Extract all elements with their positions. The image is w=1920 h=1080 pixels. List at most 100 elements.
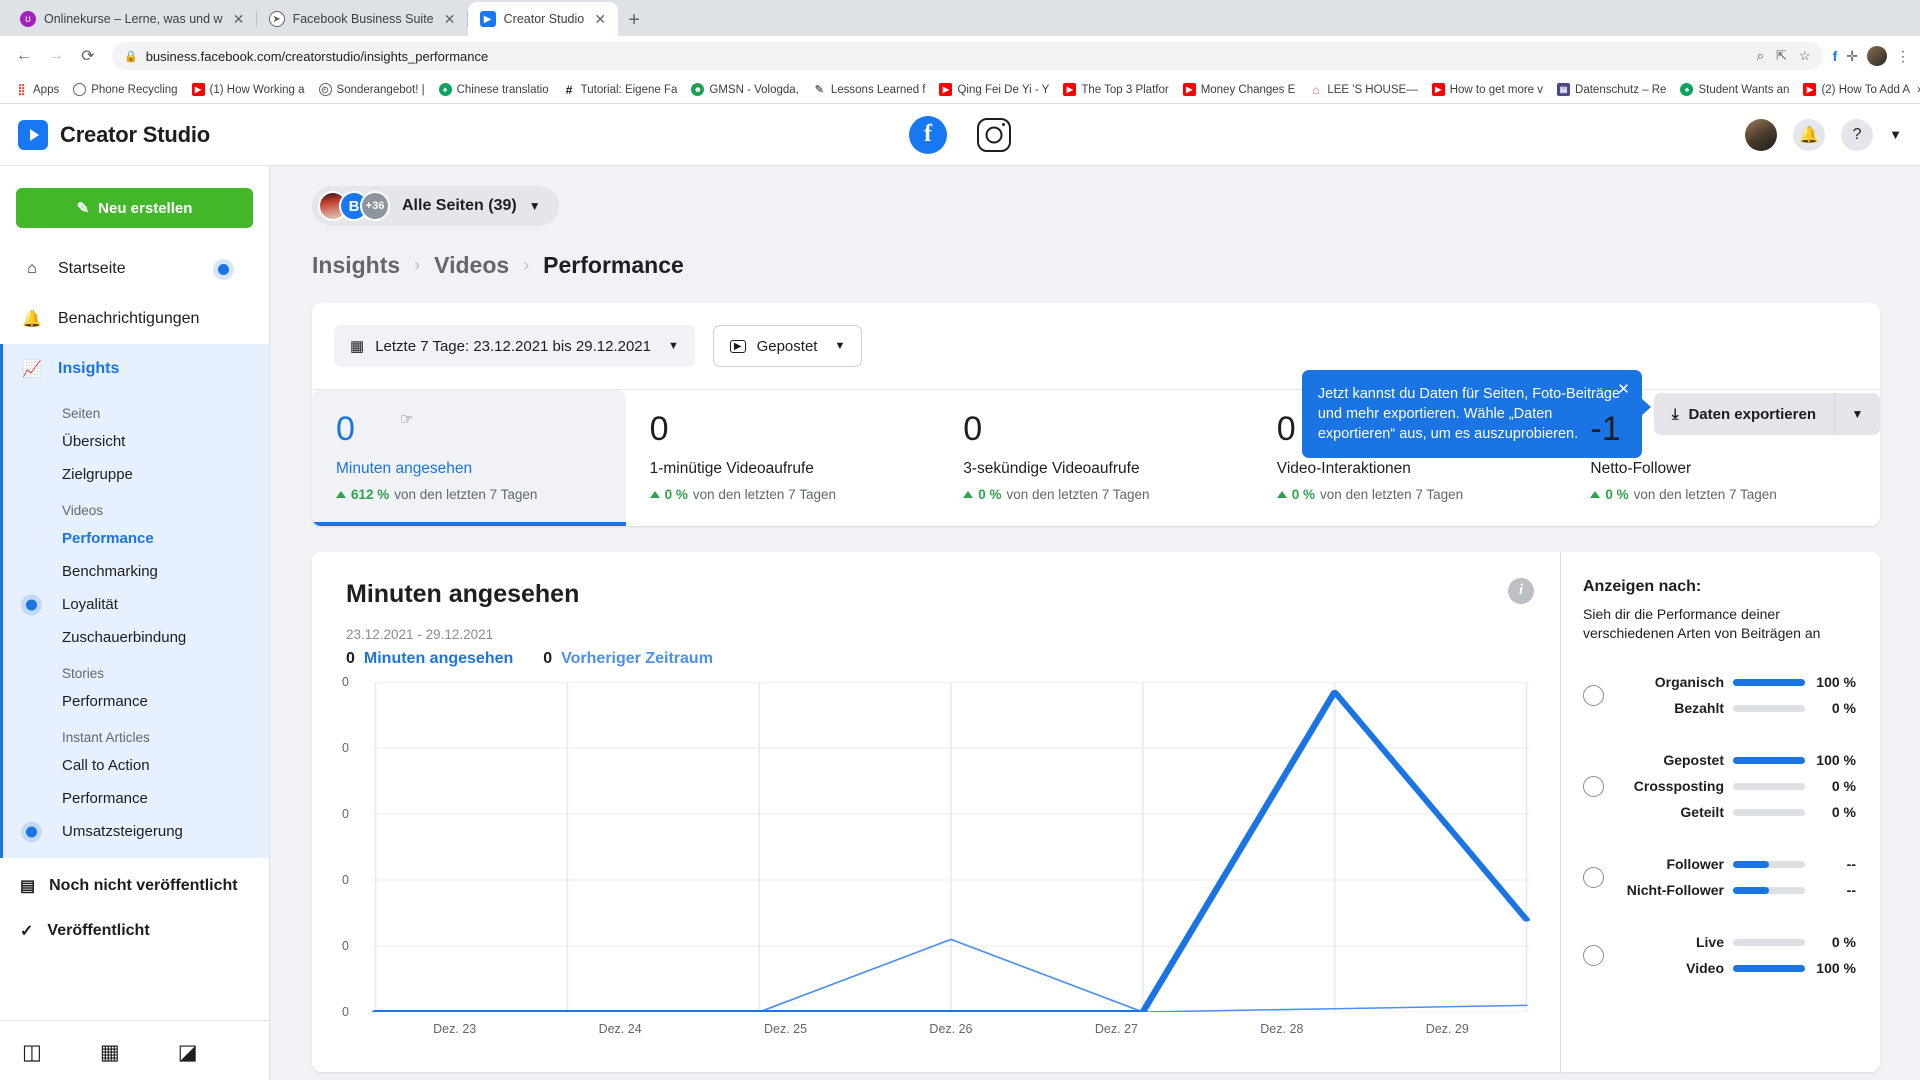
triangle-up-icon — [963, 490, 974, 498]
breakdown-row: Geteilt 0 % — [1618, 799, 1856, 825]
breakdown-rows: Organisch 100 % Bezahlt 0 % — [1618, 669, 1856, 721]
user-avatar[interactable] — [1745, 118, 1778, 151]
metric-card-minuten-angesehen[interactable]: 0 Minuten angesehen 612 % von den letzte… — [312, 390, 626, 526]
sidebar-item-noch-nicht-veroeffentlicht[interactable]: ▤ Noch nicht veröffentlicht — [0, 858, 269, 914]
chevron-down-icon[interactable]: ▼ — [1889, 127, 1902, 142]
profile-avatar[interactable] — [1867, 46, 1887, 66]
legend-item-current[interactable]: 0 Minuten angesehen — [346, 650, 513, 668]
metric-card-1-minuetige-videoaufrufe[interactable]: 0 1-minütige Videoaufrufe 0 % von den le… — [626, 390, 940, 526]
bookmark-item[interactable]: ▶ (1) How Working a — [185, 81, 312, 98]
close-icon[interactable]: ✕ — [592, 12, 608, 26]
help-icon[interactable]: ? — [1841, 118, 1874, 151]
breakdown-group-live-video[interactable]: Live 0 % Video 100 % — [1583, 929, 1856, 981]
bookmark-item[interactable]: ▶ How to get more v — [1425, 81, 1550, 98]
sidebar-item-videos-performance[interactable]: Performance — [0, 522, 269, 555]
forward-icon[interactable]: → — [42, 42, 70, 70]
bookmark-label: How to get more v — [1449, 83, 1544, 96]
metric-delta-value: 612 % — [351, 486, 390, 502]
page-selector[interactable]: B +36 Alle Seiten (39) ▼ — [312, 186, 559, 226]
app-logo[interactable]: Creator Studio — [18, 119, 210, 150]
metric-value: 0 — [336, 410, 355, 448]
notifications-bell-icon[interactable]: 🔔 — [1793, 118, 1826, 151]
bookmark-item[interactable]: ⌂ LEE 'S HOUSE— — [1302, 81, 1424, 98]
metric-card-netto-follower[interactable]: -1 Netto-Follower 0 % von den letzten 7 … — [1566, 390, 1880, 526]
bookmark-label: Phone Recycling — [91, 83, 178, 96]
radio-icon[interactable] — [1583, 775, 1604, 797]
metric-card-3-sekuendige-videoaufrufe[interactable]: 0 3-sekündige Videoaufrufe 0 % von den l… — [939, 390, 1253, 526]
bookmark-item[interactable]: ▶ Qing Fei De Yi - Y — [932, 81, 1056, 98]
bookmark-star-icon[interactable]: ☆ — [1799, 48, 1811, 64]
sidebar-item-call-to-action[interactable]: Call to Action — [0, 749, 269, 782]
sidebar-item-benachrichtigungen[interactable]: 🔔 Benachrichtigungen — [0, 294, 269, 344]
book-icon[interactable]: ◪ — [178, 1040, 198, 1065]
youtube-icon: ▶ — [1182, 83, 1196, 96]
browser-tab[interactable]: ➤ Facebook Business Suite ✕ — [257, 2, 468, 36]
bookmark-item[interactable]: ♠ Chinese translatio — [432, 81, 556, 98]
bookmark-apps[interactable]: ⣿ Apps — [8, 81, 66, 98]
address-bar[interactable]: 🔒 business.facebook.com/creatorstudio/in… — [112, 42, 1823, 70]
sidebar-item-benchmarking[interactable]: Benchmarking — [0, 555, 269, 588]
legend-item-previous[interactable]: 0 Vorheriger Zeitraum — [543, 650, 713, 668]
bookmark-item[interactable]: ▶ (2) How To Add A — [1796, 81, 1917, 98]
bookmark-item[interactable]: ▶ Money Changes E — [1176, 81, 1303, 98]
sidebar-item-umsatzsteigerung[interactable]: Umsatzsteigerung — [0, 815, 269, 848]
browser-tab[interactable]: ʊ Onlinekurse – Lerne, was und w ✕ — [8, 2, 257, 36]
sidebar-item-stories-performance[interactable]: Performance — [0, 685, 269, 718]
bookmark-item[interactable]: ♠ Student Wants an — [1673, 81, 1796, 98]
facebook-extension-icon[interactable]: f — [1833, 48, 1838, 64]
breakdown-title: Anzeigen nach: — [1583, 577, 1702, 595]
window-controls[interactable] — [1908, 12, 1920, 36]
date-range-filter[interactable]: ▦ Letzte 7 Tage: 23.12.2021 bis 29.12.20… — [334, 325, 695, 367]
bookmark-item[interactable]: ▶ The Top 3 Platfor — [1056, 81, 1175, 98]
sidebar-item-insights[interactable]: 📈 Insights — [0, 344, 269, 394]
sidebar-item-startseite[interactable]: ⌂ Startseite — [0, 244, 269, 294]
minimize-icon[interactable] — [1908, 12, 1912, 28]
install-icon[interactable]: ⇱ — [1776, 48, 1787, 64]
browser-tab-active[interactable]: ▶ Creator Studio ✕ — [467, 2, 619, 36]
sidebar-item-zielgruppe[interactable]: Zielgruppe — [0, 458, 269, 491]
new-tab-button[interactable]: + — [628, 10, 640, 30]
bookmark-item[interactable]: ✎ Lessons Learned f — [806, 81, 933, 98]
chrome-menu-icon[interactable]: ⋮ — [1896, 48, 1910, 65]
bookmark-item[interactable]: ◴ Sonderangebot! | — [312, 81, 432, 98]
reload-icon[interactable]: ⟳ — [74, 42, 102, 70]
extension-puzzle-icon[interactable]: ✛ — [1846, 48, 1858, 65]
green-circle-icon: ♠ — [438, 83, 452, 96]
sidebar-item-veroeffentlicht[interactable]: ✓ Veröffentlicht — [0, 914, 269, 948]
facebook-icon[interactable]: f — [909, 115, 947, 154]
radio-icon[interactable] — [1583, 866, 1604, 888]
metric-delta: 0 % von den letzten 7 Tagen — [1276, 487, 1543, 502]
radio-icon[interactable] — [1583, 684, 1604, 706]
sidebar-item-label: Startseite — [58, 260, 126, 277]
close-icon[interactable]: ✕ — [231, 12, 247, 26]
close-icon[interactable]: ✕ — [442, 12, 458, 26]
breadcrumb-insights[interactable]: Insights — [312, 252, 400, 279]
create-new-button[interactable]: ✎ Neu erstellen — [16, 188, 253, 228]
sidebar-item-uebersicht[interactable]: Übersicht — [0, 425, 269, 458]
bookmark-item[interactable]: ▤ Datenschutz – Re — [1550, 81, 1673, 98]
calendar-icon[interactable]: ▦ — [100, 1040, 120, 1065]
breakdown-group-follower[interactable]: Follower -- Nicht-Follower -- — [1583, 851, 1856, 903]
metric-value: 0 — [963, 410, 983, 448]
back-icon[interactable]: ← — [10, 42, 38, 70]
breakdown-group-organic[interactable]: Organisch 100 % Bezahlt 0 % — [1583, 669, 1856, 721]
sidebar-item-ia-performance[interactable]: Performance — [0, 782, 269, 815]
bookmark-item[interactable]: Phone Recycling — [66, 81, 184, 98]
instagram-icon[interactable] — [977, 117, 1011, 152]
status-dot — [26, 826, 37, 837]
post-type-filter[interactable]: ▶ Gepostet ▼ — [712, 325, 863, 367]
breakdown-panel: Anzeigen nach: Sieh dir die Performance … — [1560, 551, 1880, 1072]
metric-card-video-interaktionen[interactable]: 0 Video-Interaktionen 0 % von den letzte… — [1253, 390, 1567, 526]
bookmark-item[interactable]: # Tutorial: Eigene Fa — [556, 81, 685, 98]
collapse-panel-icon[interactable]: ◫ — [22, 1040, 42, 1065]
youtube-icon: ▶ — [939, 83, 953, 96]
breakdown-group-posted[interactable]: Gepostet 100 % Crossposting 0 % Geteilt — [1583, 747, 1856, 825]
breadcrumb-videos[interactable]: Videos — [434, 252, 509, 279]
bookmark-item[interactable]: ☻ GMSN - Vologda, — [684, 81, 805, 98]
info-icon[interactable]: i — [1508, 577, 1534, 604]
sidebar-item-loyalitaet[interactable]: Loyalität — [0, 588, 269, 621]
youtube-icon: ▶ — [1063, 83, 1077, 96]
search-icon[interactable]: ⌕ — [1757, 48, 1764, 64]
radio-icon[interactable] — [1583, 944, 1604, 966]
sidebar-item-zuschauerbindung[interactable]: Zuschauerbindung — [0, 621, 269, 654]
